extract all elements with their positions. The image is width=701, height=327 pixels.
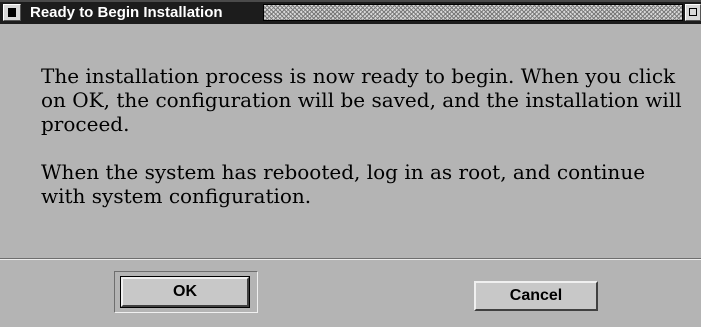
window-menu-icon [8, 8, 16, 17]
message-paragraph-1: The installation process is now ready to… [41, 64, 682, 136]
dialog-message: The installation process is now ready to… [41, 64, 691, 208]
title-bar-drag-area[interactable] [263, 4, 683, 21]
maximize-icon [689, 8, 697, 16]
installation-dialog: Ready to Begin Installation The installa… [0, 0, 701, 327]
button-area-separator [0, 258, 701, 260]
title-bar[interactable]: Ready to Begin Installation [0, 0, 701, 24]
cancel-button[interactable]: Cancel [474, 281, 598, 311]
window-title: Ready to Begin Installation [30, 4, 223, 21]
maximize-button[interactable] [685, 4, 701, 21]
window-menu-button[interactable] [3, 4, 21, 21]
ok-button[interactable]: OK [120, 276, 250, 308]
message-paragraph-2: When the system has rebooted, log in as … [41, 160, 646, 208]
